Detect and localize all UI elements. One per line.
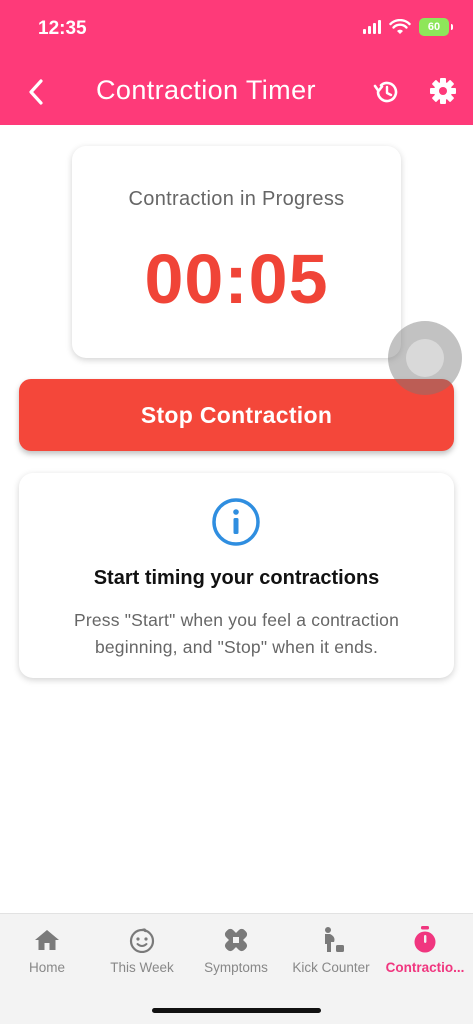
nav-this-week[interactable]: This Week xyxy=(95,926,189,975)
battery-level: 60 xyxy=(427,21,441,33)
chevron-left-icon xyxy=(29,79,43,105)
info-card: Start timing your contractions Press "St… xyxy=(19,473,454,678)
page-title: Contraction Timer xyxy=(96,75,316,105)
nav-home[interactable]: Home xyxy=(0,926,94,975)
nav-kick-counter[interactable]: Kick Counter xyxy=(284,926,378,975)
nav-symptoms[interactable]: Symptoms xyxy=(189,926,283,975)
bandage-icon xyxy=(222,926,250,954)
nav-label-this-week: This Week xyxy=(110,960,174,975)
battery-cap xyxy=(451,24,453,30)
touch-indicator xyxy=(388,321,462,395)
status-time: 12:35 xyxy=(38,18,87,39)
history-button[interactable] xyxy=(370,76,402,108)
settings-button[interactable] xyxy=(427,75,459,107)
timer-display: 00:05 xyxy=(144,240,329,318)
back-button[interactable] xyxy=(20,74,52,110)
home-indicator xyxy=(152,1008,321,1013)
stop-contraction-button[interactable]: Stop Contraction xyxy=(19,379,454,451)
nav-contractions[interactable]: Contractio... xyxy=(378,926,472,975)
signal-icon xyxy=(363,20,381,34)
stopwatch-icon xyxy=(411,926,439,954)
timer-status-label: Contraction in Progress xyxy=(128,188,345,210)
nav-label-symptoms: Symptoms xyxy=(204,960,268,975)
nav-label-home: Home xyxy=(28,960,65,975)
info-title: Start timing your contractions xyxy=(93,567,380,589)
nav-label-kick-counter: Kick Counter xyxy=(292,960,370,975)
info-icon xyxy=(212,498,260,546)
battery-indicator: 60 xyxy=(419,18,449,36)
nav-label-contractions: Contractio... xyxy=(385,960,465,975)
history-icon xyxy=(373,81,398,103)
pregnant-icon xyxy=(317,926,345,954)
status-icons: 60 xyxy=(363,18,453,36)
home-icon xyxy=(33,926,61,954)
app-header: 12:35 60 Contraction Timer xyxy=(0,0,473,125)
gear-icon xyxy=(430,78,456,104)
info-description: Press "Start" when you feel a contractio… xyxy=(73,610,400,657)
wifi-icon xyxy=(389,19,411,34)
baby-face-icon xyxy=(128,926,156,954)
timer-card: Contraction in Progress 00:05 xyxy=(72,146,401,358)
